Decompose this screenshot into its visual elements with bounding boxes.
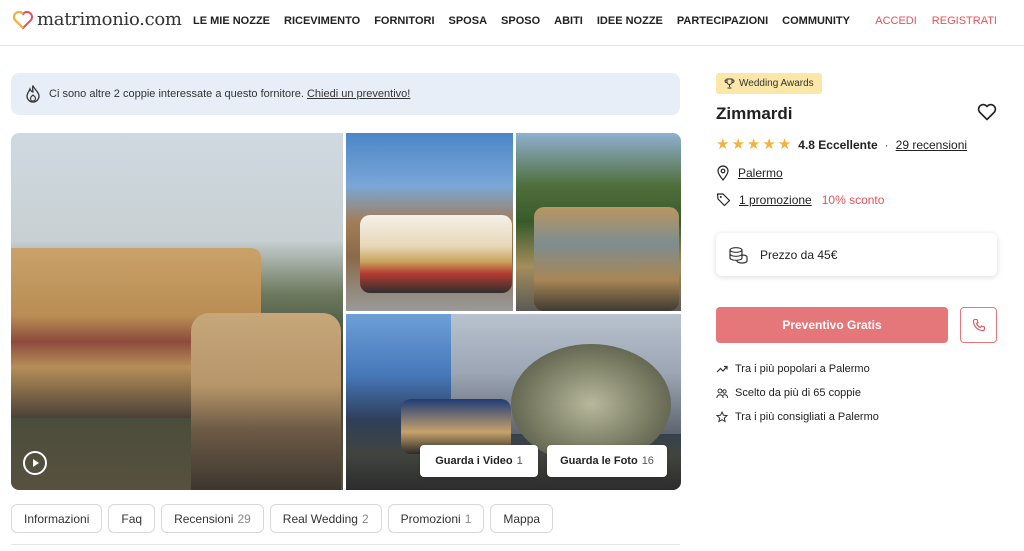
tab-promozioni[interactable]: Promozioni 1 bbox=[387, 504, 485, 533]
star-icon: ★ bbox=[716, 136, 730, 153]
coins-icon bbox=[729, 246, 748, 264]
gallery-photo-3[interactable] bbox=[516, 133, 681, 311]
banner-text: Ci sono altre 2 coppie interessate a que… bbox=[49, 88, 304, 100]
logo-text: matrimonio.com bbox=[37, 9, 182, 30]
site-header: matrimonio.com LE MIE NOZZE RICEVIMENTO … bbox=[0, 0, 1024, 46]
vendor-name: Zimmardi bbox=[716, 104, 793, 123]
separator-dot: · bbox=[884, 137, 889, 152]
location-pin-icon bbox=[717, 165, 729, 181]
watch-videos-button[interactable]: Guarda i Video 1 bbox=[420, 445, 538, 477]
promotion-link[interactable]: 1 promozione bbox=[739, 193, 812, 207]
nav-item-fornitori[interactable]: FORNITORI bbox=[374, 15, 434, 27]
gallery-photo-2[interactable] bbox=[346, 133, 513, 311]
heart-logo-icon bbox=[13, 10, 33, 29]
van-image bbox=[191, 313, 341, 490]
tab-mappa[interactable]: Mappa bbox=[490, 504, 554, 533]
bus-image bbox=[534, 207, 679, 311]
watch-photos-button[interactable]: Guarda le Foto 16 bbox=[547, 445, 667, 477]
tabs-divider bbox=[11, 544, 680, 545]
tab-recensioni[interactable]: Recensioni 29 bbox=[161, 504, 264, 533]
photo-count: 16 bbox=[641, 455, 654, 467]
tab-label: Faq bbox=[121, 511, 143, 526]
section-tabs: Informazioni Faq Recensioni 29 Real Wedd… bbox=[11, 504, 554, 533]
feature-text: Tra i più consigliati a Palermo bbox=[735, 411, 879, 423]
star-icon: ★ bbox=[762, 136, 776, 153]
feature-text: Tra i più popolari a Palermo bbox=[735, 363, 870, 375]
interest-banner: Ci sono altre 2 coppie interessate a que… bbox=[11, 73, 680, 115]
auth-links: ACCEDI REGISTRATI bbox=[875, 15, 997, 27]
nav-item-idee-nozze[interactable]: IDEE NOZZE bbox=[597, 15, 663, 27]
watch-videos-label: Guarda i Video bbox=[435, 455, 513, 467]
feature-couples: Scelto da più di 65 coppie bbox=[716, 387, 861, 399]
phone-icon bbox=[972, 318, 985, 332]
bus-image bbox=[360, 215, 512, 293]
request-quote-link[interactable]: Chiedi un preventivo! bbox=[307, 88, 410, 100]
star-icon: ★ bbox=[746, 136, 761, 153]
promotion-row: 1 promozione 10% sconto bbox=[716, 192, 884, 207]
favorite-heart-icon[interactable] bbox=[977, 103, 997, 121]
nav-item-abiti[interactable]: ABITI bbox=[554, 15, 583, 27]
login-link[interactable]: ACCEDI bbox=[875, 15, 917, 27]
nav-item-community[interactable]: COMMUNITY bbox=[782, 15, 850, 27]
tab-label: Recensioni bbox=[174, 511, 234, 526]
price-text: Prezzo da 45€ bbox=[760, 247, 838, 262]
couple-icon bbox=[716, 388, 728, 398]
call-button[interactable] bbox=[960, 307, 997, 343]
watch-photos-label: Guarda le Foto bbox=[560, 455, 638, 467]
nav-item-ricevimento[interactable]: RICEVIMENTO bbox=[284, 15, 360, 27]
tab-faq[interactable]: Faq bbox=[108, 504, 156, 533]
tab-label: Real Wedding bbox=[282, 511, 358, 526]
tab-informazioni[interactable]: Informazioni bbox=[11, 504, 103, 533]
tab-label: Mappa bbox=[503, 511, 541, 526]
main-nav: LE MIE NOZZE RICEVIMENTO FORNITORI SPOSA… bbox=[193, 15, 864, 27]
feature-popular: Tra i più popolari a Palermo bbox=[716, 363, 870, 375]
nav-item-partecipazioni[interactable]: PARTECIPAZIONI bbox=[677, 15, 768, 27]
tab-count: 1 bbox=[464, 511, 472, 526]
reviews-link[interactable]: 29 recensioni bbox=[896, 138, 967, 152]
trophy-icon bbox=[724, 78, 735, 89]
wedding-awards-badge: Wedding Awards bbox=[716, 73, 822, 94]
feature-recommended: Tra i più consigliati a Palermo bbox=[716, 411, 879, 423]
tag-icon bbox=[716, 193, 731, 207]
star-icon: ★ bbox=[731, 136, 745, 153]
location-row: Palermo bbox=[716, 165, 783, 181]
star-outline-icon bbox=[716, 411, 728, 423]
photo-gallery: Guarda i Video 1 Guarda le Foto 16 bbox=[11, 133, 681, 490]
flame-icon bbox=[26, 85, 40, 103]
rating-row: ★ ★ ★ ★ ★ 4.8 Eccellente · 29 recensioni bbox=[716, 137, 967, 152]
play-icon bbox=[33, 459, 39, 467]
tab-count: 2 bbox=[361, 511, 369, 526]
nav-item-sposa[interactable]: SPOSA bbox=[449, 15, 488, 27]
trending-up-icon bbox=[716, 365, 728, 373]
nav-item-sposo[interactable]: SPOSO bbox=[501, 15, 540, 27]
tab-label: Promozioni bbox=[400, 511, 461, 526]
site-logo[interactable]: matrimonio.com bbox=[12, 9, 182, 30]
free-quote-button[interactable]: Preventivo Gratis bbox=[716, 307, 948, 343]
tab-label: Informazioni bbox=[24, 511, 90, 526]
feature-text: Scelto da più di 65 coppie bbox=[735, 387, 861, 399]
star-icon: ★ bbox=[777, 136, 792, 153]
rating-value: 4.8 Eccellente bbox=[798, 137, 878, 152]
award-label: Wedding Awards bbox=[739, 78, 814, 89]
video-count: 1 bbox=[516, 455, 523, 467]
price-card: Prezzo da 45€ bbox=[716, 233, 997, 276]
nav-item-le-mie-nozze[interactable]: LE MIE NOZZE bbox=[193, 15, 270, 27]
discount-text: 10% sconto bbox=[821, 192, 885, 207]
star-rating: ★ ★ ★ ★ ★ bbox=[716, 137, 791, 152]
tab-real-wedding[interactable]: Real Wedding 2 bbox=[269, 504, 382, 533]
play-video-button[interactable] bbox=[23, 451, 47, 475]
register-link[interactable]: REGISTRATI bbox=[932, 15, 997, 27]
tab-count: 29 bbox=[237, 511, 251, 526]
location-link[interactable]: Palermo bbox=[738, 166, 783, 180]
gallery-main-photo[interactable] bbox=[11, 133, 343, 490]
